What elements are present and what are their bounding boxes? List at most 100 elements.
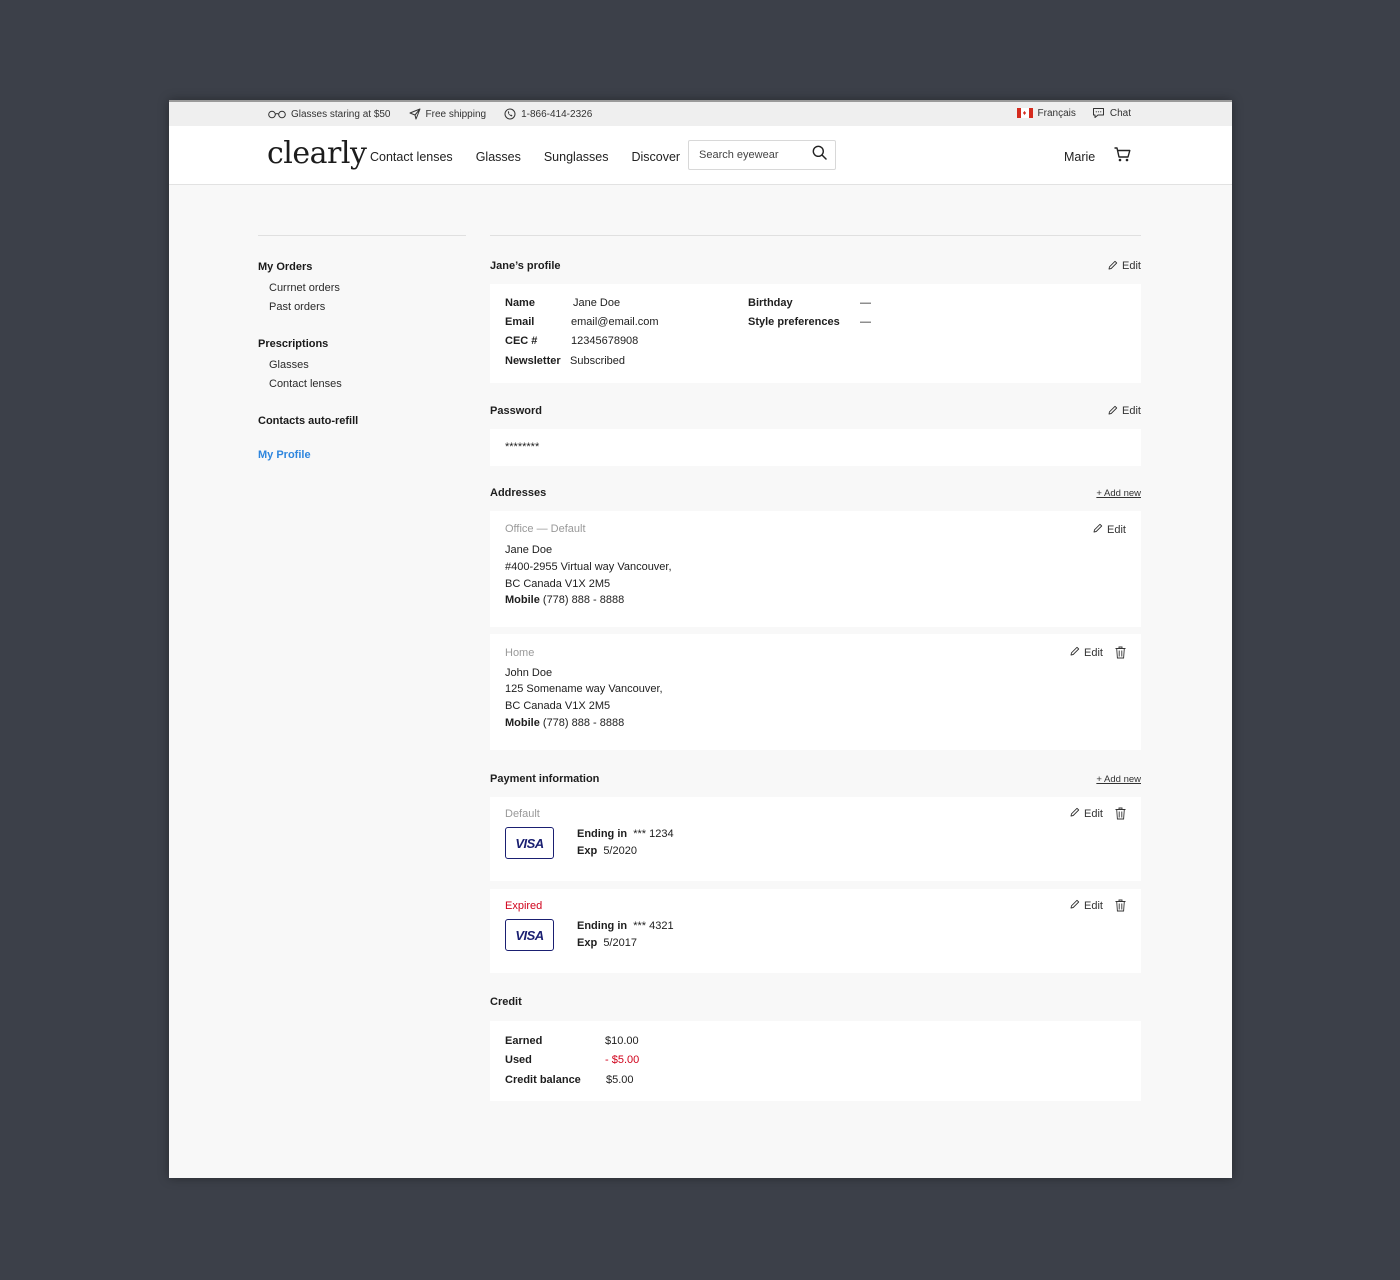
address-phone-value: (778) 888 - 8888 xyxy=(542,594,625,606)
logo[interactable]: clearly xyxy=(267,136,367,171)
address-actions: Edit xyxy=(1093,523,1126,536)
profile-newsletter-row: Newsletter Subscribed xyxy=(505,355,659,374)
sidebar-group-profile: My Profile xyxy=(258,449,466,461)
sidebar-item-my-profile[interactable]: My Profile xyxy=(258,449,466,461)
payment-exp-value: 5/2020 xyxy=(603,845,637,857)
address-edit-button[interactable]: Edit xyxy=(1093,523,1126,536)
payment-ending-label: Ending in xyxy=(577,920,628,932)
address-edit-label: Edit xyxy=(1084,646,1103,659)
pencil-icon xyxy=(1108,405,1118,418)
promo-glasses-text: Glasses staring at $50 xyxy=(291,108,391,120)
cart-icon[interactable] xyxy=(1114,147,1131,167)
profile-newsletter-label: Newsletter xyxy=(505,355,561,367)
profile-birthday-value: — xyxy=(860,297,871,309)
credit-earned-value: $10.00 xyxy=(605,1035,639,1047)
credit-used-label: Used xyxy=(505,1054,532,1066)
addresses-section-header: Addresses + Add new xyxy=(490,486,1141,500)
main-divider xyxy=(490,235,1141,236)
phone-icon xyxy=(504,108,516,120)
sidebar-item-current-orders[interactable]: Currnet orders xyxy=(269,282,466,294)
address-line2: BC Canada V1X 2M5 xyxy=(505,578,611,590)
user-account[interactable]: Marie xyxy=(1064,150,1095,164)
password-edit-button[interactable]: Edit xyxy=(1108,405,1141,418)
credit-section-header: Credit xyxy=(490,995,1141,1009)
payment-status: Expired xyxy=(505,900,543,912)
canada-flag-icon: ♦ xyxy=(1016,108,1033,118)
trash-icon[interactable] xyxy=(1115,807,1126,820)
profile-fields-right: Birthday — Style preferences — xyxy=(748,297,871,335)
profile-main: Jane’s profile Edit Name Jane Doe Email em… xyxy=(490,235,1141,1101)
nav-contact-lenses[interactable]: Contact lenses xyxy=(370,150,453,164)
address-line1: 125 Somename way Vancouver, xyxy=(505,683,663,695)
pencil-icon xyxy=(1070,646,1080,659)
payment-ending-value: *** 1234 xyxy=(633,828,674,840)
nav-glasses[interactable]: Glasses xyxy=(476,150,521,164)
visa-logo-icon: VISA xyxy=(505,919,554,951)
payment-ending-value: *** 4321 xyxy=(633,920,674,932)
sidebar-item-my-orders[interactable]: My Orders xyxy=(258,261,466,273)
pencil-icon xyxy=(1108,260,1118,273)
address-edit-button[interactable]: Edit xyxy=(1070,646,1103,659)
sidebar-item-prescriptions[interactable]: Prescriptions xyxy=(258,338,466,350)
add-address-button[interactable]: + Add new xyxy=(1096,488,1141,499)
sidebar-item-rx-contact-lenses[interactable]: Contact lenses xyxy=(269,378,466,390)
address-phone-value: (778) 888 - 8888 xyxy=(542,717,625,729)
profile-edit-button[interactable]: Edit xyxy=(1108,260,1141,273)
credit-balance-label: Credit balance xyxy=(505,1074,581,1086)
promo-shipping-text: Free shipping xyxy=(425,108,487,120)
addresses-title: Addresses xyxy=(490,487,547,499)
profile-name-value: Jane Doe xyxy=(573,297,621,309)
password-card: ******** xyxy=(490,429,1141,466)
credit-used-value: - $5.00 xyxy=(605,1054,640,1066)
payment-status: Default xyxy=(505,808,540,820)
credit-card: Earned $10.00 Used - $5.00 Credit balance $… xyxy=(490,1021,1141,1101)
sidebar-group-autorefill: Contacts auto-refill xyxy=(258,415,466,427)
add-payment-button[interactable]: + Add new xyxy=(1096,774,1141,785)
chat-icon xyxy=(1092,107,1105,119)
payment-exp-value: 5/2017 xyxy=(603,937,637,949)
profile-title: Jane’s profile xyxy=(490,260,561,272)
credit-earned-row: Earned $10.00 xyxy=(505,1035,1126,1054)
nav-sunglasses[interactable]: Sunglasses xyxy=(544,150,609,164)
trash-icon[interactable] xyxy=(1115,899,1126,912)
search-input[interactable] xyxy=(699,149,799,161)
search-box xyxy=(688,140,836,170)
profile-email-label: Email xyxy=(505,316,535,328)
promo-phone[interactable]: 1-866-414-2326 xyxy=(504,108,592,120)
address-card-home: Home Edit John Doe 125 Somename way Vanc… xyxy=(490,634,1141,750)
profile-name-row: Name Jane Doe xyxy=(505,297,659,316)
payment-exp-row: Exp 5/2020 xyxy=(577,845,674,857)
address-line1: #400-2955 Virtual way Vancouver, xyxy=(505,561,672,573)
address-phone-label: Mobile xyxy=(505,717,540,729)
payment-ending-row: Ending in *** 1234 xyxy=(577,828,674,840)
credit-used-row: Used - $5.00 xyxy=(505,1054,1126,1074)
password-value: ******** xyxy=(505,441,540,453)
profile-email-row: Email email@email.com xyxy=(505,316,659,335)
credit-balance-row: Credit balance $5.00 xyxy=(505,1074,1126,1093)
credit-earned-label: Earned xyxy=(505,1035,543,1047)
password-section-header: Password Edit xyxy=(490,404,1141,418)
password-title: Password xyxy=(490,405,542,417)
sidebar-item-past-orders[interactable]: Past orders xyxy=(269,301,466,313)
chat-link[interactable]: Chat xyxy=(1092,107,1131,119)
payment-ending-row: Ending in *** 4321 xyxy=(577,920,674,932)
address-edit-label: Edit xyxy=(1107,523,1126,536)
payment-info: Ending in *** 4321 Exp 5/2017 xyxy=(577,919,674,949)
sidebar-item-contacts-auto-refill[interactable]: Contacts auto-refill xyxy=(258,415,466,427)
trash-icon[interactable] xyxy=(1115,646,1126,659)
chat-label: Chat xyxy=(1109,107,1131,119)
visa-logo-icon: VISA xyxy=(505,827,554,859)
payment-exp-row: Exp 5/2017 xyxy=(577,937,674,949)
payment-card-expired: Expired Edit VISA Ending in *** 4321 Exp… xyxy=(490,889,1141,973)
payment-edit-button[interactable]: Edit xyxy=(1070,899,1103,912)
language-label: Français xyxy=(1037,107,1076,119)
address-name: John Doe xyxy=(505,667,553,679)
search-icon[interactable] xyxy=(812,145,827,165)
sidebar-item-rx-glasses[interactable]: Glasses xyxy=(269,359,466,371)
language-switch[interactable]: ♦ Français xyxy=(1016,107,1076,119)
address-tag: Office — Default xyxy=(505,523,586,535)
nav-discover[interactable]: Discover xyxy=(631,150,680,164)
payment-edit-button[interactable]: Edit xyxy=(1070,807,1103,820)
payment-exp-label: Exp xyxy=(577,845,598,857)
payment-ending-label: Ending in xyxy=(577,828,628,840)
